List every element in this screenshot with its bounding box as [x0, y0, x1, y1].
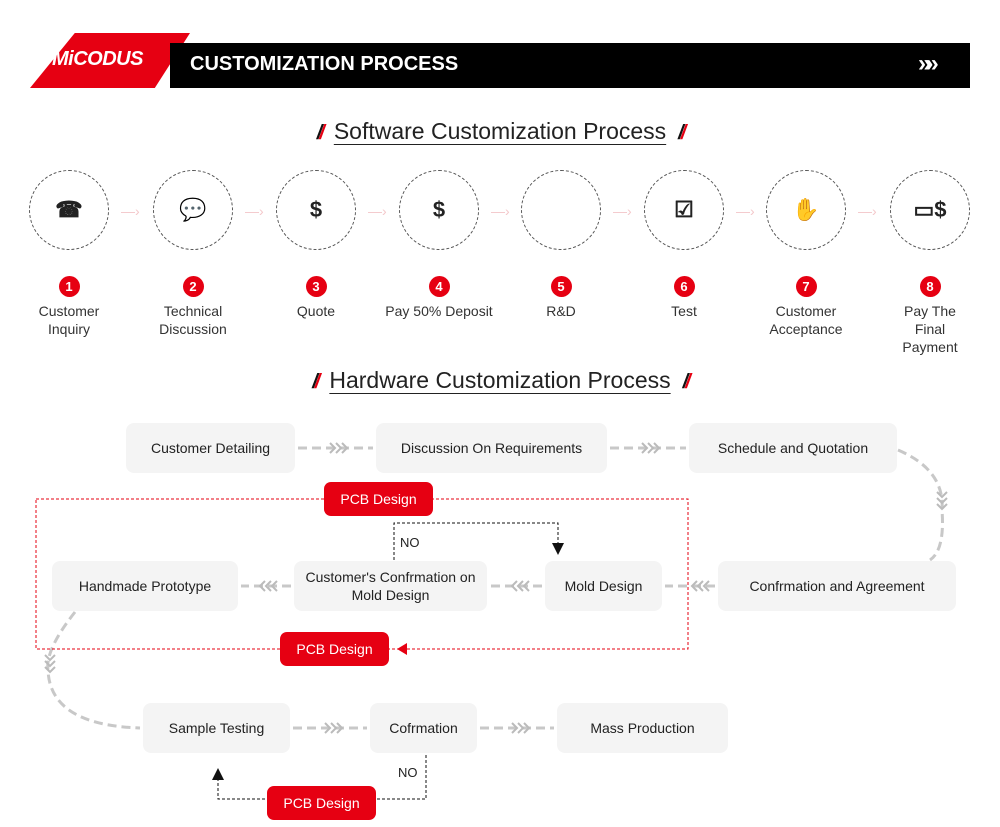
box-sample-testing: Sample Testing — [143, 703, 290, 753]
pcb-design-badge: PCB Design — [267, 786, 376, 820]
box-handmade-prototype: Handmade Prototype — [52, 561, 238, 611]
no-label: NO — [400, 535, 420, 550]
no-label: NO — [398, 765, 418, 780]
box-schedule-and-quotation: Schedule and Quotation — [689, 423, 897, 473]
box-confirmation-and-agreement: Confrmation and Agreement — [718, 561, 956, 611]
box-mold-design: Mold Design — [545, 561, 662, 611]
pcb-design-badge: PCB Design — [324, 482, 433, 516]
box-cofrmation: Cofrmation — [370, 703, 477, 753]
box-discussion-on-requirements: Discussion On Requirements — [376, 423, 607, 473]
box-customer-detailing: Customer Detailing — [126, 423, 295, 473]
box-mass-production: Mass Production — [557, 703, 728, 753]
box-customer-confirmation-mold: Customer's Confrmation on Mold Design — [294, 561, 487, 611]
pcb-design-badge: PCB Design — [280, 632, 389, 666]
